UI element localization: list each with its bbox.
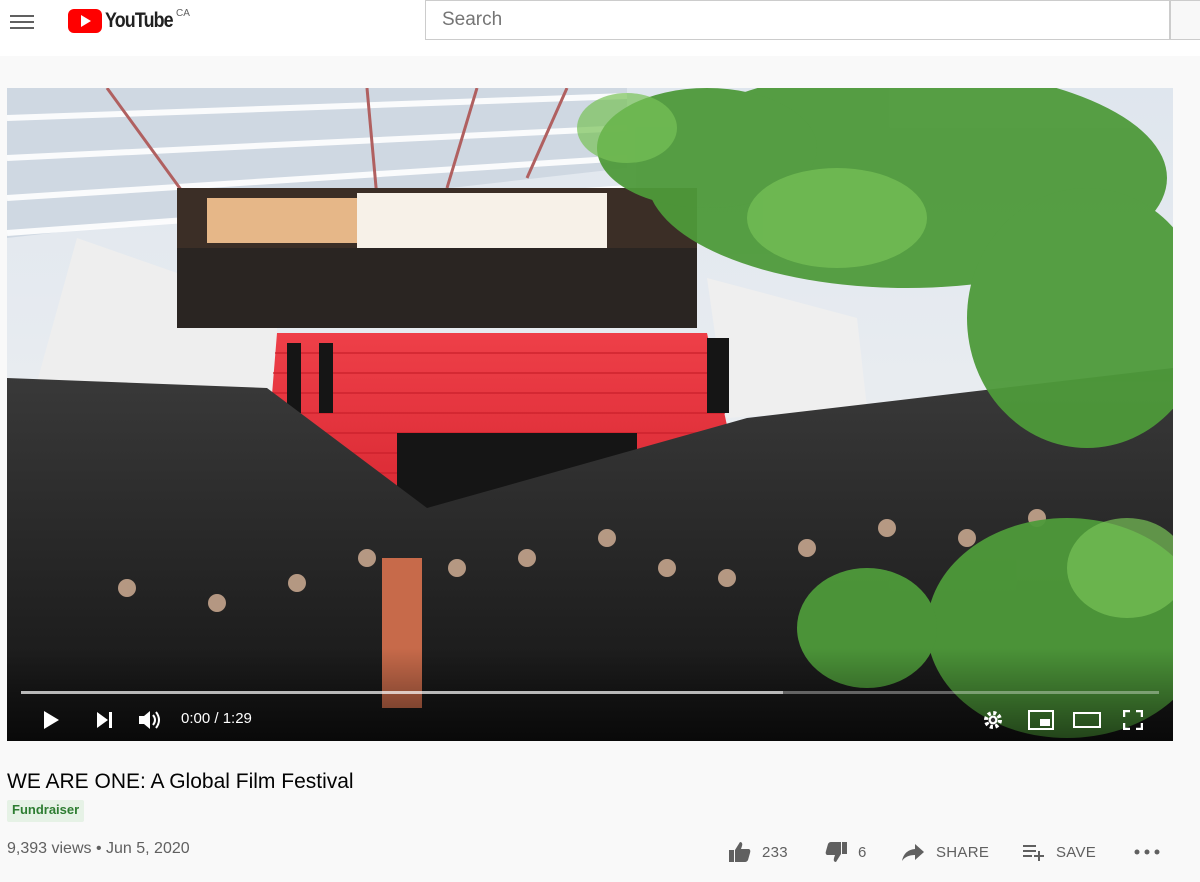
- play-icon[interactable]: [35, 704, 67, 736]
- youtube-play-logo-icon: [68, 9, 102, 33]
- more-horizontal-icon: [1134, 849, 1160, 855]
- video-frame: [7, 88, 1173, 741]
- time-display: 0:00 / 1:29: [181, 710, 252, 727]
- share-label: SHARE: [936, 843, 990, 861]
- volume-icon[interactable]: [135, 704, 167, 736]
- share-icon: [902, 844, 924, 861]
- video-title: WE ARE ONE: A Global Film Festival: [7, 770, 354, 793]
- progress-bar[interactable]: [21, 691, 1159, 694]
- theater-mode-icon[interactable]: [1071, 704, 1103, 736]
- save-button[interactable]: SAVE: [1022, 838, 1096, 866]
- share-button[interactable]: SHARE: [900, 838, 989, 866]
- fundraiser-badge[interactable]: Fundraiser: [7, 800, 85, 822]
- next-icon[interactable]: [89, 704, 121, 736]
- search-input[interactable]: [425, 0, 1170, 40]
- like-button[interactable]: 233: [728, 838, 788, 866]
- more-actions-button[interactable]: [1134, 838, 1170, 866]
- dislike-count: 6: [858, 843, 867, 861]
- thumbs-up-icon: [729, 842, 751, 862]
- buffered-bar: [21, 691, 784, 694]
- save-label: SAVE: [1056, 843, 1097, 861]
- search-button[interactable]: [1170, 0, 1200, 40]
- thumbs-down-icon: [825, 842, 847, 862]
- action-bar: 233 6 SHARE SAVE: [0, 838, 1200, 868]
- youtube-logo[interactable]: YouTube: [68, 8, 185, 34]
- masthead: YouTube CA: [0, 0, 1200, 56]
- like-count: 233: [762, 843, 788, 861]
- settings-gear-icon[interactable]: [977, 704, 1009, 736]
- miniplayer-icon[interactable]: [1025, 704, 1057, 736]
- dislike-button[interactable]: 6: [824, 838, 867, 866]
- menu-icon[interactable]: [10, 12, 34, 32]
- video-player[interactable]: 0:00 / 1:29: [7, 88, 1173, 741]
- playlist-add-icon: [1023, 845, 1044, 861]
- fullscreen-icon[interactable]: [1117, 704, 1149, 736]
- country-code: CA: [176, 8, 190, 19]
- player-controls: 0:00 / 1:29: [7, 700, 1173, 740]
- logo-text: YouTube: [105, 9, 174, 32]
